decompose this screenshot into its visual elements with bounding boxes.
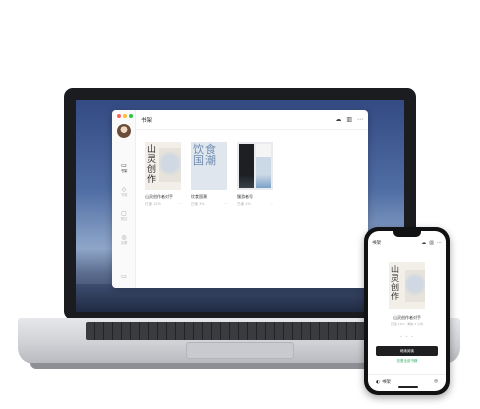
book-title: 慢游者号 [237, 194, 253, 199]
home-indicator [398, 386, 418, 388]
sidebar-item-label: 书架 [120, 169, 128, 173]
phone-top-bar: 书架 ☁ ▥ ⋯ [372, 240, 442, 250]
more-icon[interactable]: ⋯ [437, 240, 442, 246]
book-card[interactable]: 慢游者号 已读 1% ⋯ [237, 142, 273, 207]
cover-artwork [256, 144, 271, 188]
book-title: 饮食国潮 [191, 194, 207, 199]
phone-notch [393, 231, 421, 237]
avatar[interactable] [117, 124, 131, 138]
phone-tab-bar: ◐ 书架 ◎ [368, 374, 446, 391]
wallpaper-water [76, 284, 404, 312]
window-controls [117, 114, 133, 118]
book-icon[interactable]: ▥ [346, 116, 352, 123]
toolbar-icons: ☁ ▥ ⋯ [335, 116, 363, 123]
sidebar-item-label: 设置 [120, 241, 128, 245]
settings-icon: ◎ [434, 379, 438, 384]
cover-title: 山灵创作 [391, 265, 399, 301]
close-button[interactable] [117, 114, 121, 118]
phone-page-title: 书架 [372, 241, 381, 246]
book-cover[interactable]: 饮食国潮 [191, 142, 227, 190]
cloud-icon[interactable]: ☁ [335, 116, 341, 123]
tab-settings[interactable]: ◎ [434, 379, 438, 384]
cover-artwork [239, 144, 254, 188]
top-bar: 书架 ☁ ▥ ⋯ [136, 110, 368, 130]
bookshelf-icon: ▭ [121, 162, 127, 169]
book-progress: 已读 12% [145, 202, 161, 206]
laptop-keyboard [86, 322, 372, 340]
book-title: 山灵创作者对手 [145, 194, 173, 199]
bookshelf-icon: ◐ [376, 379, 380, 385]
book-icon[interactable]: ▥ [429, 240, 434, 246]
sidebar-item-collapse[interactable]: ▭ [112, 273, 136, 280]
sidebar-item-thoughts[interactable]: ▢ 想法 [112, 210, 136, 222]
book-more-icon[interactable]: ⋯ [178, 202, 182, 207]
phone-book-cover[interactable]: 山灵创作 [389, 262, 425, 309]
book-card[interactable]: 饮食国潮 饮食国潮 已读 3% ⋯ [191, 142, 227, 207]
book-progress: 已读 1% [237, 202, 251, 206]
minimize-button[interactable] [123, 114, 127, 118]
sidebar: ▭ 书架 ◇ 书城 ▢ 想法 ◎ 设置 ▭ [112, 110, 136, 288]
book-grid: 山灵创作 山灵创作者对手 已读 12% ⋯ 饮食国潮 饮食国潮 已读 3% ⋯ [145, 142, 273, 207]
phone-book-title: 山灵创作者对手 [393, 315, 421, 320]
carousel-dots: • • • [399, 334, 415, 339]
cover-artwork [405, 270, 425, 302]
book-card[interactable]: 山灵创作 山灵创作者对手 已读 12% ⋯ [145, 142, 181, 207]
reader-app-window: ▭ 书架 ◇ 书城 ▢ 想法 ◎ 设置 ▭ 书架 ☁ ▥ ⋯ 山灵创作 山灵创作… [112, 110, 368, 288]
sidebar-item-label: 想法 [120, 217, 128, 221]
phone-screen: 书架 ☁ ▥ ⋯ 山灵创作 山灵创作者对手 已读 12% · 剩余 2 小时 •… [368, 231, 446, 391]
collapse-icon: ▭ [121, 273, 127, 280]
book-cover[interactable] [237, 142, 273, 190]
tab-bookshelf[interactable]: ◐ 书架 [376, 379, 391, 386]
book-progress: 已读 3% [191, 202, 205, 206]
more-icon[interactable]: ⋯ [357, 116, 363, 123]
sidebar-item-settings[interactable]: ◎ 设置 [112, 234, 136, 246]
zoom-button[interactable] [129, 114, 133, 118]
settings-icon: ◎ [121, 234, 127, 241]
sidebar-item-label: 书城 [120, 193, 128, 197]
cover-artwork [159, 148, 181, 182]
book-more-icon[interactable]: ⋯ [224, 202, 228, 207]
sidebar-item-store[interactable]: ◇ 书城 [112, 186, 136, 198]
cover-title: 山灵创作 [147, 145, 157, 185]
thought-icon: ▢ [121, 210, 127, 217]
cover-title: 饮食国潮 [193, 143, 217, 167]
sidebar-item-bookshelf[interactable]: ▭ 书架 [112, 162, 136, 174]
tab-label: 书架 [381, 380, 391, 385]
laptop-trackpad [186, 342, 294, 359]
store-icon: ◇ [121, 186, 127, 193]
page-title: 书架 [141, 118, 153, 124]
continue-reading-button[interactable]: 继续阅读 [376, 346, 438, 356]
book-more-icon[interactable]: ⋯ [270, 202, 274, 207]
phone-book-meta: 已读 12% · 剩余 2 小时 [390, 322, 424, 326]
view-all-link[interactable]: 查看全部书籍 [368, 359, 446, 364]
cloud-icon[interactable]: ☁ [421, 240, 426, 246]
book-cover[interactable]: 山灵创作 [145, 142, 181, 190]
